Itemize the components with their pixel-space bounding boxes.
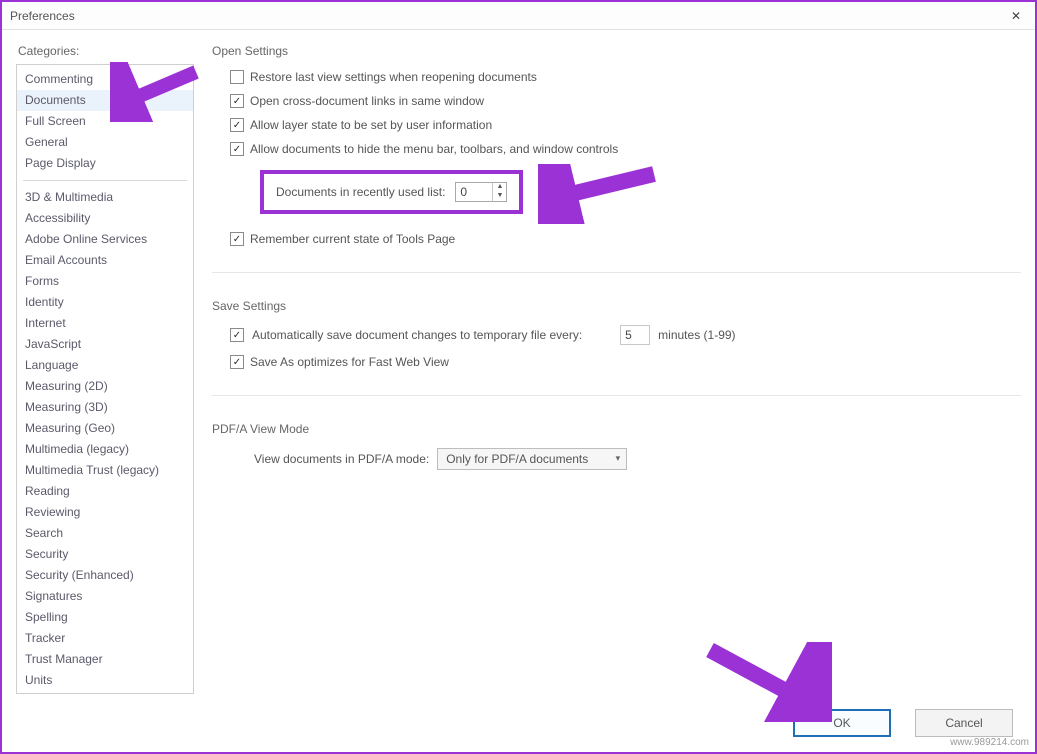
category-item[interactable]: Language <box>17 355 193 376</box>
titlebar: Preferences ✕ <box>2 2 1035 30</box>
category-item[interactable]: Adobe Online Services <box>17 229 193 250</box>
category-item[interactable]: Documents <box>17 90 193 111</box>
categories-list[interactable]: CommentingDocumentsFull ScreenGeneralPag… <box>16 64 194 694</box>
window-title: Preferences <box>10 9 1005 23</box>
category-item[interactable]: JavaScript <box>17 334 193 355</box>
autosave-checkbox[interactable]: ✓ <box>230 328 244 342</box>
crossdoc-checkbox[interactable]: ✓ <box>230 94 244 108</box>
recent-list-input[interactable] <box>456 183 492 201</box>
fastweb-checkbox[interactable]: ✓ <box>230 355 244 369</box>
category-item[interactable]: Identity <box>17 292 193 313</box>
category-item[interactable]: Measuring (3D) <box>17 397 193 418</box>
allowhide-label: Allow documents to hide the menu bar, to… <box>250 142 618 156</box>
pdfa-title: PDF/A View Mode <box>212 422 1021 436</box>
restore-label: Restore last view settings when reopenin… <box>250 70 537 84</box>
restore-checkbox[interactable] <box>230 70 244 84</box>
open-settings-title: Open Settings <box>212 44 1021 58</box>
category-item[interactable]: Measuring (2D) <box>17 376 193 397</box>
chevron-down-icon: ▾ <box>616 453 621 464</box>
category-item[interactable]: Spelling <box>17 607 193 628</box>
recent-list-highlight: Documents in recently used list: ▲ ▼ <box>260 170 523 214</box>
category-item[interactable]: Security <box>17 544 193 565</box>
autosave-label: Automatically save document changes to t… <box>252 328 582 342</box>
category-separator <box>23 180 187 181</box>
category-item[interactable]: Commenting <box>17 69 193 90</box>
close-button[interactable]: ✕ <box>1005 5 1027 27</box>
category-item[interactable]: Search <box>17 523 193 544</box>
category-item[interactable]: Security (Enhanced) <box>17 565 193 586</box>
category-item[interactable]: Forms <box>17 271 193 292</box>
cancel-button[interactable]: Cancel <box>915 709 1013 737</box>
category-item[interactable]: Multimedia Trust (legacy) <box>17 460 193 481</box>
category-item[interactable]: Email Accounts <box>17 250 193 271</box>
fastweb-label: Save As optimizes for Fast Web View <box>250 355 449 369</box>
category-item[interactable]: Reading <box>17 481 193 502</box>
category-item[interactable]: Accessibility <box>17 208 193 229</box>
category-item[interactable]: Tracker <box>17 628 193 649</box>
category-item[interactable]: Page Display <box>17 153 193 174</box>
allowhide-checkbox[interactable]: ✓ <box>230 142 244 156</box>
layerstate-checkbox[interactable]: ✓ <box>230 118 244 132</box>
pdfa-mode-value: Only for PDF/A documents <box>446 452 588 466</box>
category-item[interactable]: Internet <box>17 313 193 334</box>
pdfa-mode-label: View documents in PDF/A mode: <box>254 452 429 466</box>
category-item[interactable]: Trust Manager <box>17 649 193 670</box>
save-settings-title: Save Settings <box>212 299 1021 313</box>
autosave-minutes-input[interactable] <box>620 325 650 345</box>
category-item[interactable]: Multimedia (legacy) <box>17 439 193 460</box>
layerstate-label: Allow layer state to be set by user info… <box>250 118 492 132</box>
crossdoc-label: Open cross-document links in same window <box>250 94 484 108</box>
category-item[interactable]: Signatures <box>17 586 193 607</box>
recent-list-spinner[interactable]: ▲ ▼ <box>455 182 507 202</box>
categories-label: Categories: <box>16 44 194 58</box>
category-item[interactable]: Measuring (Geo) <box>17 418 193 439</box>
category-item[interactable]: Full Screen <box>17 111 193 132</box>
remember-tools-label: Remember current state of Tools Page <box>250 232 455 246</box>
category-item[interactable]: Reviewing <box>17 502 193 523</box>
ok-button[interactable]: OK <box>793 709 891 737</box>
recent-list-label: Documents in recently used list: <box>276 185 445 199</box>
category-item[interactable]: 3D & Multimedia <box>17 187 193 208</box>
remember-tools-checkbox[interactable]: ✓ <box>230 232 244 246</box>
pdfa-mode-select[interactable]: Only for PDF/A documents ▾ <box>437 448 627 470</box>
spin-down-icon[interactable]: ▼ <box>493 192 506 201</box>
autosave-unit-label: minutes (1-99) <box>658 328 735 342</box>
category-item[interactable]: General <box>17 132 193 153</box>
watermark: www.989214.com <box>950 737 1029 748</box>
spin-up-icon[interactable]: ▲ <box>493 183 506 192</box>
category-item[interactable]: Units <box>17 670 193 691</box>
